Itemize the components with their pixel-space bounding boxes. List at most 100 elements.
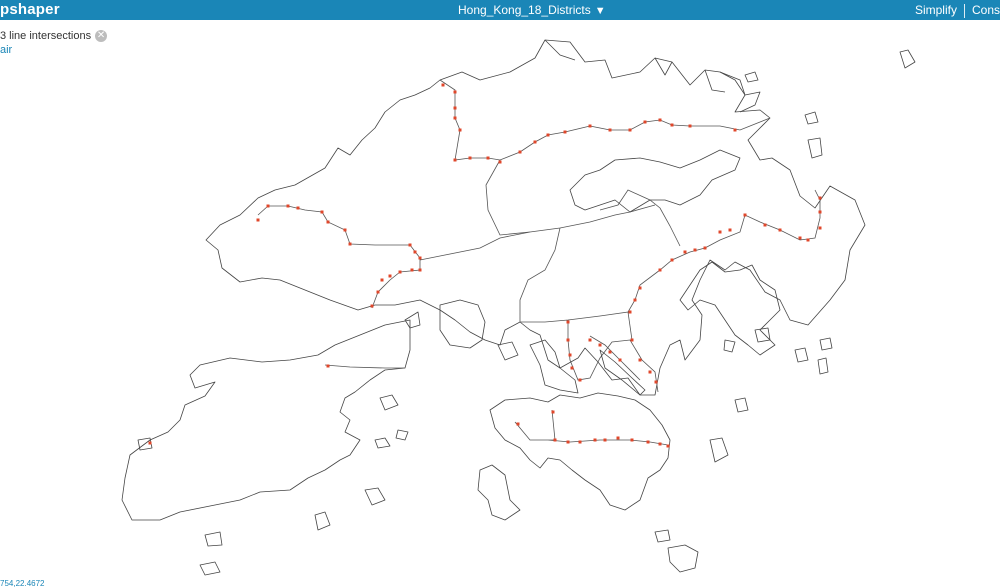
intersection-point[interactable] (486, 156, 490, 160)
intersection-point[interactable] (718, 230, 722, 234)
intersection-point[interactable] (320, 210, 324, 214)
intersection-point[interactable] (348, 242, 352, 246)
intersection-point[interactable] (570, 366, 574, 370)
intersection-point[interactable] (551, 410, 555, 414)
intersection-point[interactable] (818, 196, 822, 200)
intersection-point[interactable] (638, 286, 642, 290)
intersection-point[interactable] (566, 338, 570, 342)
app-brand[interactable]: pshaper (0, 0, 60, 20)
intersection-point[interactable] (388, 274, 392, 278)
intersection-point[interactable] (418, 268, 422, 272)
intersection-point[interactable] (286, 204, 290, 208)
intersection-point[interactable] (670, 258, 674, 262)
intersection-point[interactable] (628, 128, 632, 132)
lamma-island (477, 464, 521, 521)
intersection-point[interactable] (453, 90, 457, 94)
intersection-point[interactable] (618, 358, 622, 362)
intersection-point[interactable] (453, 116, 457, 120)
district-border-central (485, 159, 656, 236)
intersection-point[interactable] (643, 120, 647, 124)
intersection-point[interactable] (578, 440, 582, 444)
intersection-point[interactable] (326, 220, 330, 224)
intersection-points (148, 83, 822, 448)
intersection-point[interactable] (380, 278, 384, 282)
intersection-point[interactable] (630, 338, 634, 342)
intersection-point[interactable] (633, 298, 637, 302)
intersection-point[interactable] (398, 270, 402, 274)
intersection-point[interactable] (563, 130, 567, 134)
intersection-point[interactable] (418, 256, 422, 260)
intersection-point[interactable] (648, 370, 652, 374)
intersection-point[interactable] (453, 158, 457, 162)
intersection-point[interactable] (763, 223, 767, 227)
layer-name[interactable]: Hong_Kong_18_Districts (458, 3, 591, 17)
intersection-point[interactable] (733, 128, 737, 132)
intersection-point[interactable] (296, 206, 300, 210)
intersection-point[interactable] (343, 228, 347, 232)
intersection-point[interactable] (728, 228, 732, 232)
cheung-chau (314, 511, 331, 531)
simplify-button[interactable]: Simplify (915, 3, 957, 17)
intersection-point[interactable] (683, 250, 687, 254)
intersection-point[interactable] (703, 246, 707, 250)
intersection-point[interactable] (546, 133, 550, 137)
intersection-point[interactable] (646, 440, 650, 444)
island-small-6 (709, 437, 729, 463)
caret-down-icon[interactable]: ▼ (595, 5, 606, 17)
intersection-point[interactable] (553, 438, 557, 442)
intersection-point[interactable] (566, 440, 570, 444)
intersection-point[interactable] (630, 438, 634, 442)
intersection-point[interactable] (408, 243, 412, 247)
intersection-point[interactable] (628, 310, 632, 314)
intersection-point[interactable] (453, 106, 457, 110)
intersection-point[interactable] (666, 444, 670, 448)
intersection-point[interactable] (370, 304, 374, 308)
map-canvas[interactable] (0, 20, 1000, 588)
tolo-harbour (569, 149, 741, 213)
intersection-point[interactable] (518, 150, 522, 154)
intersection-point[interactable] (410, 268, 414, 272)
intersection-point[interactable] (616, 436, 620, 440)
intersection-point[interactable] (743, 213, 747, 217)
intersection-point[interactable] (568, 353, 572, 357)
intersection-point[interactable] (806, 238, 810, 242)
intersection-point[interactable] (578, 378, 582, 382)
intersection-point[interactable] (598, 343, 602, 347)
intersection-point[interactable] (818, 226, 822, 230)
intersection-point[interactable] (670, 123, 674, 127)
intersection-point[interactable] (693, 248, 697, 252)
intersection-point[interactable] (658, 268, 662, 272)
layer-selector[interactable]: Hong_Kong_18_Districts ▼ (458, 0, 606, 20)
intersection-point[interactable] (376, 290, 380, 294)
intersection-point[interactable] (498, 160, 502, 164)
intersection-point[interactable] (818, 210, 822, 214)
intersection-point[interactable] (638, 358, 642, 362)
intersection-point[interactable] (593, 438, 597, 442)
intersection-point[interactable] (588, 124, 592, 128)
intersection-point[interactable] (608, 350, 612, 354)
intersection-point[interactable] (413, 250, 417, 254)
intersection-point[interactable] (658, 118, 662, 122)
intersection-point[interactable] (603, 438, 607, 442)
console-button[interactable]: Cons (972, 3, 1000, 17)
intersection-point[interactable] (266, 204, 270, 208)
intersection-point[interactable] (566, 320, 570, 324)
intersection-point[interactable] (778, 228, 782, 232)
intersection-point[interactable] (798, 236, 802, 240)
intersection-point[interactable] (588, 338, 592, 342)
intersection-point[interactable] (658, 442, 662, 446)
intersection-point[interactable] (516, 422, 520, 426)
intersection-point[interactable] (326, 364, 330, 368)
intersection-point[interactable] (256, 218, 260, 222)
intersection-point[interactable] (441, 83, 445, 87)
intersection-point[interactable] (654, 380, 658, 384)
intersection-point[interactable] (608, 128, 612, 132)
island-small-5 (199, 561, 221, 576)
intersection-point[interactable] (148, 441, 152, 445)
district-border-mid (419, 231, 531, 261)
intersection-point[interactable] (533, 140, 537, 144)
intersection-point[interactable] (468, 156, 472, 160)
intersection-point[interactable] (458, 128, 462, 132)
intersection-point[interactable] (688, 124, 692, 128)
district-border-south (519, 189, 821, 323)
